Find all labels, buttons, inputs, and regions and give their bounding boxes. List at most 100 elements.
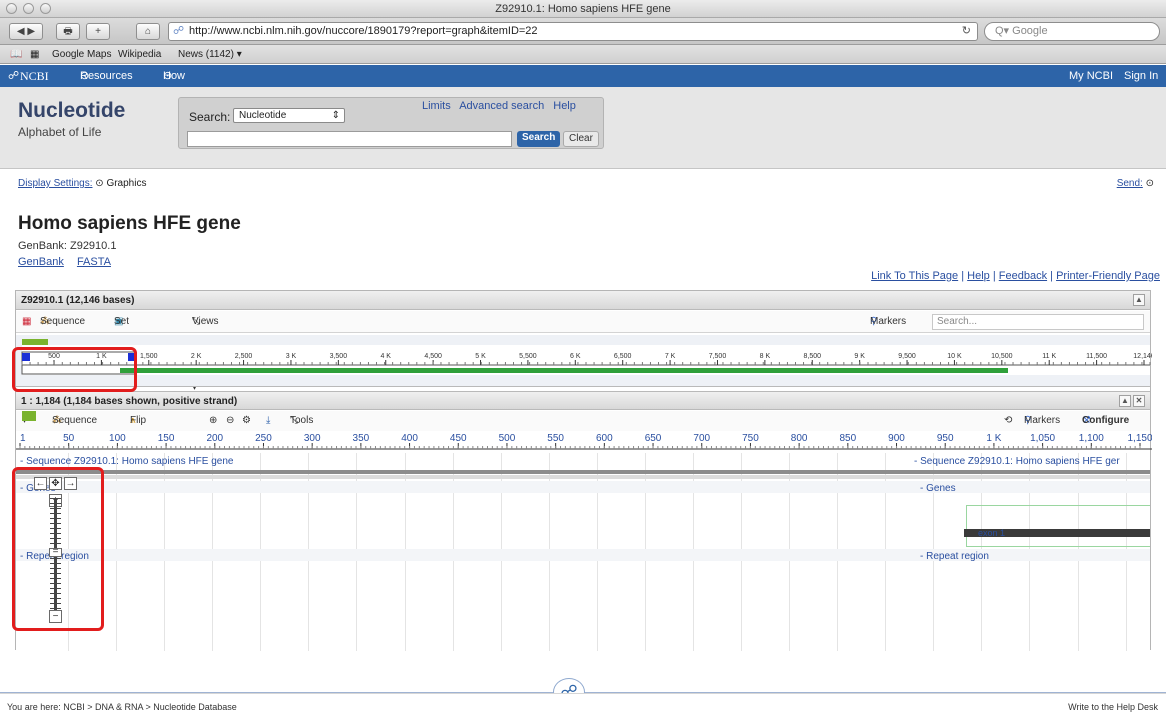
repeat-track-label-right[interactable]: - Repeat region xyxy=(920,551,989,562)
close-window-button[interactable] xyxy=(6,3,17,14)
display-settings: Display Settings: ⊙ Graphics xyxy=(18,178,146,189)
chevron-down-icon: ⊙ xyxy=(163,70,173,82)
detail-tick-label: 400 xyxy=(401,433,418,444)
minimize-window-button[interactable] xyxy=(23,3,34,14)
chevron-down-icon[interactable]: ⊙ xyxy=(1146,178,1154,189)
ncbi-logo-icon[interactable]: ☍ xyxy=(8,65,19,87)
detail-ruler[interactable]: 1 50 100 150 200 250 300 350 400 450 500 550 600 650 7… xyxy=(16,431,1153,451)
detail-tick-label: 850 xyxy=(839,433,856,444)
top-sites-icon[interactable]: ▦ xyxy=(30,45,39,64)
back-icon[interactable]: ◀ xyxy=(17,26,25,37)
forward-icon[interactable]: ▶ xyxy=(27,26,35,37)
reading-list-icon[interactable]: 📖 xyxy=(10,45,22,64)
detail-tick-label: 150 xyxy=(158,433,175,444)
refresh-icon[interactable]: ⟲ xyxy=(1004,411,1012,431)
overview-tick-label: 3,500 xyxy=(330,353,348,360)
overview-tick-label: 10,500 xyxy=(991,353,1013,360)
bookmarks-bar: 📖 ▦ Google Maps Wikipedia News (1142) ▾ xyxy=(0,45,1166,64)
close-icon[interactable]: ✕ xyxy=(1133,395,1145,407)
limits-link[interactable]: Limits xyxy=(422,100,451,112)
overview-tick-label: 9 K xyxy=(854,353,865,360)
detail-tracks-button[interactable]: ▾ xyxy=(22,411,36,431)
home-button[interactable]: ⌂ xyxy=(136,23,160,40)
database-select-value: Nucleotide xyxy=(239,110,287,121)
detail-tick-label: 900 xyxy=(888,433,905,444)
browser-search-placeholder: Q▾ Google xyxy=(995,25,1048,37)
detail-toolbar: ▾ ⁂ Sequence ⩚ Flip Strands ⊕ ⊖ ⚙ ⤓ ⤡ To… xyxy=(16,411,1150,446)
url-bar[interactable]: ☍ http://www.ncbi.nlm.nih.gov/nuccore/18… xyxy=(168,22,978,41)
ncbi-logo[interactable]: NCBI xyxy=(20,65,49,87)
database-select[interactable]: Nucleotide ⇕ xyxy=(233,108,345,123)
help-page-link[interactable]: Help xyxy=(967,270,990,282)
send-link[interactable]: Send: xyxy=(1117,178,1143,189)
detail-tick-label: 450 xyxy=(450,433,467,444)
detail-tick-label: 300 xyxy=(304,433,321,444)
link-to-page[interactable]: Link To This Page xyxy=(871,270,958,282)
display-settings-link[interactable]: Display Settings: xyxy=(18,178,92,189)
window-controls[interactable] xyxy=(6,3,51,14)
window-titlebar: Z92910.1: Homo sapiens HFE gene xyxy=(0,0,1166,18)
feedback-link[interactable]: Feedback xyxy=(999,270,1047,282)
viewer-search-input[interactable]: Search... xyxy=(932,314,1144,330)
sign-in-link[interactable]: Sign In xyxy=(1124,65,1158,87)
overview-tick-label: 2 K xyxy=(191,353,202,360)
overview-ruler[interactable]: 500 1 K 1,500 2 K 2,500 3 K 3,500 4 K 4,500 5 K 5,… xyxy=(16,335,1155,387)
search-button[interactable]: Search xyxy=(517,131,561,147)
sequence-bar[interactable] xyxy=(16,470,1150,474)
sequence-track-label[interactable]: - Sequence Z92910.1: Homo sapiens HFE ge… xyxy=(20,456,233,467)
detail-tick-label: 550 xyxy=(547,433,564,444)
back-forward-button[interactable]: ◀ ▶ xyxy=(9,23,43,40)
window-title: Z92910.1: Homo sapiens HFE gene xyxy=(495,3,671,15)
genbank-link[interactable]: GenBank xyxy=(18,256,64,268)
printer-friendly-link[interactable]: Printer-Friendly Page xyxy=(1056,270,1160,282)
viewer-header: Z92910.1 (12,146 bases) ▲ xyxy=(16,291,1150,310)
genes-track-label-right[interactable]: - Genes xyxy=(920,483,956,494)
collapse-icon[interactable]: ▲ xyxy=(1133,294,1145,306)
search-links: Limits Advanced search Help xyxy=(422,100,582,112)
zoom-sequence-icon: ⚙ xyxy=(242,415,251,426)
detail-tick-label: 600 xyxy=(596,433,613,444)
detail-header: 1 : 1,184 (1,184 bases shown, positive s… xyxy=(16,391,1150,410)
chevron-down-icon: ⊙ xyxy=(80,70,90,82)
exon-label[interactable]: exon 1 xyxy=(978,528,1005,538)
zoom-out-icon: ⊖ xyxy=(226,415,235,426)
tracks-icon[interactable]: ▦ xyxy=(22,311,31,333)
detail-tick-label: 250 xyxy=(255,433,272,444)
clear-button[interactable]: Clear xyxy=(563,131,599,147)
overview-tick-label: 7,500 xyxy=(709,353,727,360)
zoom-window-button[interactable] xyxy=(40,3,51,14)
highlight-overview-viewport xyxy=(12,347,137,392)
bookmark-google-maps[interactable]: Google Maps xyxy=(52,45,111,64)
collapse-icon[interactable]: ▲ xyxy=(1119,395,1131,407)
overview-tick-label: 11,500 xyxy=(1086,353,1107,360)
browser-toolbar: ◀ ▶ 🖶 + ⌂ ☍ http://www.ncbi.nlm.nih.gov/… xyxy=(0,18,1166,45)
help-link[interactable]: Help xyxy=(553,100,576,112)
sequence-tool-label: Sequence xyxy=(40,316,86,327)
download-icon: ⤓ xyxy=(266,415,271,426)
overview-tick-label: 3 K xyxy=(286,353,297,360)
detail-tick-label: 1 K xyxy=(986,433,1001,444)
add-bookmark-button[interactable]: + xyxy=(86,23,110,40)
bookmark-news[interactable]: News (1142) ▾ xyxy=(178,45,242,64)
detail-tracks[interactable]: - Sequence Z92910.1: Homo sapiens HFE ge… xyxy=(16,453,1150,651)
chevron-down-icon[interactable]: ⊙ xyxy=(95,178,103,189)
breadcrumb[interactable]: You are here: NCBI > DNA & RNA > Nucleot… xyxy=(7,694,237,720)
my-ncbi-link[interactable]: My NCBI xyxy=(1069,65,1113,87)
detail-ticks: 1 50 100 150 200 250 300 350 400 450 500 550 600 650 7… xyxy=(19,433,1153,449)
reload-icon[interactable]: ↻ xyxy=(962,23,971,40)
zoom-in-icon: ⊕ xyxy=(209,415,218,426)
overview-tick-label: 1,500 xyxy=(140,353,158,360)
database-tagline: Alphabet of Life xyxy=(18,125,102,139)
advanced-search-link[interactable]: Advanced search xyxy=(459,100,544,112)
browser-search-field[interactable]: Q▾ Google xyxy=(984,22,1160,41)
search-input[interactable] xyxy=(187,131,512,147)
sequence-track-label-right[interactable]: - Sequence Z92910.1: Homo sapiens HFE ge… xyxy=(914,456,1120,467)
fasta-link[interactable]: FASTA xyxy=(77,256,111,268)
overview-gene-bar[interactable] xyxy=(120,368,1008,373)
detail-ruler-svg: 1 50 100 150 200 250 300 350 400 450 500 550 600 650 7… xyxy=(16,433,1153,450)
bookmark-wikipedia[interactable]: Wikipedia xyxy=(118,45,161,64)
print-button[interactable]: 🖶 xyxy=(56,23,80,40)
overview-tick-label: 5,500 xyxy=(519,353,537,360)
help-desk-link[interactable]: Write to the Help Desk xyxy=(1068,694,1158,720)
gene-feature-box[interactable] xyxy=(966,505,1150,547)
